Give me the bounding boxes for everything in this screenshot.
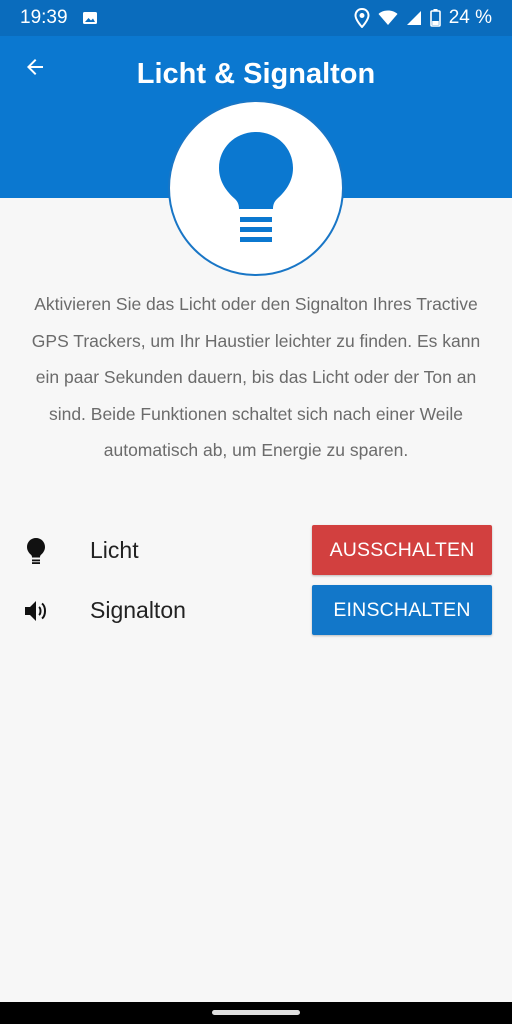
lightbulb-icon: [216, 130, 296, 247]
signal-icon: [406, 10, 422, 26]
sound-label: Signalton: [90, 597, 186, 623]
location-icon: [354, 8, 370, 28]
home-handle[interactable]: [212, 1010, 300, 1015]
screen: 19:39 24 % Licht & Signalton Aktivieren …: [0, 0, 512, 1024]
hero-badge: [168, 100, 344, 276]
light-control-row: Licht AUSSCHALTEN: [0, 525, 512, 577]
light-label: Licht: [90, 537, 139, 563]
sound-on-button[interactable]: EINSCHALTEN: [312, 585, 492, 635]
image-icon: [82, 10, 98, 26]
wifi-icon: [378, 10, 398, 26]
status-bar: 19:39 24 %: [0, 0, 512, 36]
speaker-icon: [22, 597, 50, 625]
battery-percent: 24 %: [448, 7, 492, 28]
lightbulb-icon: [22, 537, 50, 565]
sound-control-row: Signalton EINSCHALTEN: [0, 585, 512, 637]
light-off-button[interactable]: AUSSCHALTEN: [312, 525, 492, 575]
system-nav-bar: [0, 1002, 512, 1024]
battery-icon: [429, 9, 441, 27]
page-title: Licht & Signalton: [136, 58, 376, 90]
status-time: 19:39: [20, 7, 68, 28]
description-text: Aktivieren Sie das Licht oder den Signal…: [31, 294, 481, 460]
